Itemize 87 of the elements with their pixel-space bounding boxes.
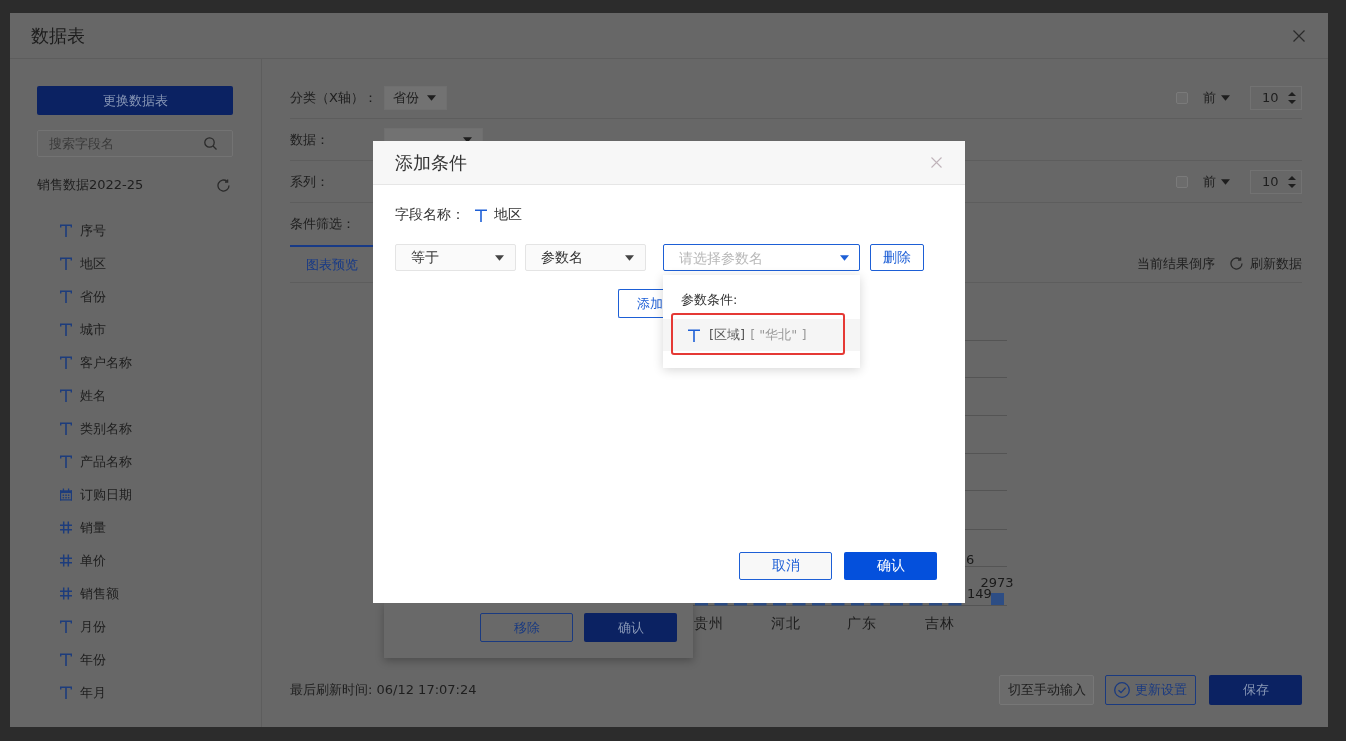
number-field[interactable]: 10 <box>1250 85 1302 110</box>
parameter-values: [ "华北" ] <box>750 326 807 344</box>
text-type-icon <box>60 257 72 270</box>
menu-item[interactable]: [区域] [ "华北" ] <box>663 319 860 351</box>
field-item[interactable]: 销量 <box>37 511 233 544</box>
refresh-data-button[interactable]: 刷新数据 <box>1230 254 1302 273</box>
field-item[interactable]: 年月 <box>37 676 233 709</box>
dialog-title: 数据表 <box>31 23 86 48</box>
add-button[interactable]: 添加 <box>618 289 663 318</box>
field-item[interactable]: 销售额 <box>37 577 233 610</box>
last-refresh-time: 最后刷新时间: 06/12 17:07:24 <box>290 681 478 699</box>
refresh-icon[interactable] <box>217 178 230 192</box>
setting-label: 系列： <box>290 172 330 191</box>
text-type-icon <box>475 208 487 222</box>
table-name: 销售数据2022-25 <box>37 176 144 194</box>
parameter-name: [区域] <box>709 326 746 344</box>
category-label: 广东 <box>847 615 877 631</box>
field-item[interactable]: 城市 <box>37 313 233 346</box>
text-type-icon <box>60 290 72 303</box>
field-item[interactable]: 订购日期 <box>37 478 233 511</box>
field-item[interactable]: 类别名称 <box>37 412 233 445</box>
setting-label: 分类（X轴）： <box>290 88 378 107</box>
caret-icon <box>427 94 436 101</box>
setting-label: 数据： <box>290 130 330 149</box>
close-icon[interactable] <box>1293 29 1305 42</box>
field-item[interactable]: 序号 <box>37 214 233 247</box>
calendar-icon <box>60 488 72 501</box>
field-item[interactable]: 地区 <box>37 247 233 280</box>
text-type-icon <box>60 653 72 666</box>
text-type-icon <box>60 356 72 369</box>
caret-icon <box>495 254 504 261</box>
hash-icon <box>60 554 72 567</box>
field-name-label: 字段名称： <box>395 206 465 224</box>
order-dropdown[interactable]: 前 <box>1203 88 1230 107</box>
modal-title: 添加条件 <box>395 150 468 175</box>
confirm-button[interactable]: 确认 <box>844 552 937 580</box>
manual-input-button[interactable]: 切至手动输入 <box>999 675 1094 705</box>
text-type-icon <box>60 224 72 237</box>
field-item[interactable]: 年份 <box>37 643 233 676</box>
text-type-icon <box>688 328 700 342</box>
caret-icon <box>463 136 472 143</box>
field-item[interactable]: 客户名称 <box>37 346 233 379</box>
text-type-icon <box>60 620 72 633</box>
confirm-button[interactable]: 确认 <box>584 613 677 642</box>
hash-icon <box>60 587 72 600</box>
parameter-select[interactable]: 请选择参数名 <box>663 244 860 271</box>
field-item[interactable]: 月份 <box>37 610 233 643</box>
category-label: 贵州 <box>693 615 724 631</box>
number-field[interactable]: 10 <box>1250 169 1302 194</box>
text-type-icon <box>60 455 72 468</box>
text-type-icon <box>60 323 72 336</box>
stepper-arrows-icon[interactable] <box>1288 90 1296 105</box>
field-item[interactable]: 单价 <box>37 544 233 577</box>
category-label: 河北 <box>770 615 801 631</box>
text-type-icon <box>60 422 72 435</box>
field-item[interactable]: 省份 <box>37 280 233 313</box>
update-settings-button[interactable]: 更新设置 <box>1105 675 1196 705</box>
check-circle-icon <box>1114 682 1130 698</box>
delete-button[interactable]: 删除 <box>870 244 924 271</box>
setting-label: 条件筛选： <box>290 215 356 233</box>
close-icon[interactable] <box>931 157 942 168</box>
field-item[interactable]: 产品名称 <box>37 445 233 478</box>
search-icon[interactable] <box>204 137 217 150</box>
stepper-arrows-icon[interactable] <box>1288 174 1296 189</box>
dropdown[interactable]: 省份 <box>384 85 447 110</box>
value-type-select[interactable]: 参数名 <box>525 244 646 271</box>
refresh-icon <box>1230 257 1243 270</box>
save-button[interactable]: 保存 <box>1209 675 1302 705</box>
text-type-icon <box>60 686 72 699</box>
category-label: 吉林 <box>925 615 955 631</box>
field-name-value: 地区 <box>494 206 522 224</box>
operator-select[interactable]: 等于 <box>395 244 516 271</box>
caret-icon <box>1221 94 1230 101</box>
field-item[interactable]: 姓名 <box>37 379 233 412</box>
reverse-order-link[interactable]: 当前结果倒序 <box>1137 254 1215 273</box>
cancel-button[interactable]: 取消 <box>739 552 832 580</box>
caret-icon <box>625 254 634 261</box>
hash-icon <box>60 521 72 534</box>
change-table-button[interactable]: 更换数据表 <box>37 86 233 115</box>
remove-button[interactable]: 移除 <box>480 613 573 642</box>
value-label: 6 <box>966 552 975 567</box>
menu-heading: 参数条件: <box>680 291 739 309</box>
bar <box>991 593 1004 605</box>
text-type-icon <box>60 389 72 402</box>
caret-icon <box>840 254 849 261</box>
order-dropdown[interactable]: 前 <box>1203 172 1230 191</box>
caret-icon <box>1221 178 1230 185</box>
